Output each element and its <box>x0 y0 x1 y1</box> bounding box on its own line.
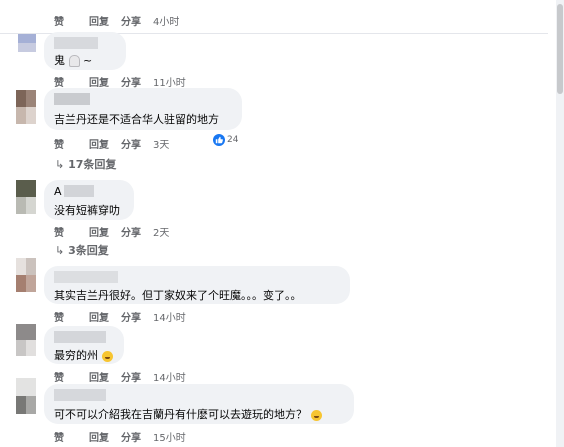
reply-button[interactable]: 回复 <box>89 369 121 384</box>
like-button[interactable]: 赞 <box>54 369 89 384</box>
share-button[interactable]: 分享 <box>121 429 153 444</box>
comment-actions: 赞 回复 分享 4小时 <box>54 13 179 28</box>
comment-text: 没有短裤穿叻 <box>54 204 120 217</box>
reply-button[interactable]: 回复 <box>89 309 121 324</box>
share-button[interactable]: 分享 <box>121 224 153 239</box>
comment-text: 可不可以介紹我在吉蘭丹有什麽可以去遊玩的地方？ <box>54 408 307 421</box>
view-replies-link[interactable]: ↳ 17条回复 <box>55 156 116 172</box>
comment-bubble: 鬼 ~ <box>44 32 126 70</box>
view-replies-link[interactable]: ↳ 3条回复 <box>55 242 109 258</box>
comment-text-suffix: ~ <box>83 54 93 67</box>
like-button[interactable]: 赞 <box>54 429 89 444</box>
like-button[interactable]: 赞 <box>54 74 89 89</box>
comment-actions: 赞 回复 分享 15小时 <box>54 429 186 444</box>
share-button[interactable]: 分享 <box>121 74 153 89</box>
reaction-count[interactable]: 24 <box>213 134 238 146</box>
scrollbar[interactable] <box>556 0 564 447</box>
author-name[interactable] <box>54 93 90 105</box>
comment-bubble: 最穷的州 <box>44 326 124 364</box>
reply-button[interactable]: 回复 <box>89 74 121 89</box>
ghost-emoji-icon <box>68 55 80 67</box>
comment-time[interactable]: 14小时 <box>153 309 186 324</box>
grin-emoji-icon <box>101 350 113 362</box>
comment-time[interactable]: 11小时 <box>153 74 186 89</box>
author-name[interactable] <box>64 185 94 197</box>
reply-arrow-icon: ↳ <box>55 158 65 171</box>
reply-button[interactable]: 回复 <box>89 13 121 28</box>
author-name[interactable] <box>54 331 106 343</box>
comment-actions: 赞 回复 分享 2天 <box>54 224 169 239</box>
comment-bubble: A 没有短裤穿叻 <box>44 180 134 220</box>
comment-text: 吉兰丹还是不适合华人驻留的地方 <box>54 113 219 126</box>
grin-emoji-icon <box>310 409 322 421</box>
comment-time[interactable]: 3天 <box>153 136 169 151</box>
comment-bubble: 可不可以介紹我在吉蘭丹有什麽可以去遊玩的地方？ <box>44 384 354 424</box>
author-name-fragment[interactable]: A <box>54 185 62 198</box>
avatar[interactable] <box>18 34 36 52</box>
reply-button[interactable]: 回复 <box>89 429 121 444</box>
avatar[interactable] <box>16 180 36 214</box>
avatar[interactable] <box>16 324 36 356</box>
comment-text: 其实吉兰丹很好。但丁家奴来了个旺魔。。。变了。。 <box>54 289 302 302</box>
comment-actions: 赞 回复 分享 14小时 <box>54 369 186 384</box>
scrollbar-thumb[interactable] <box>557 4 563 94</box>
share-button[interactable]: 分享 <box>121 309 153 324</box>
share-button[interactable]: 分享 <box>121 369 153 384</box>
thumbs-up-icon <box>213 134 225 146</box>
comment-bubble: 其实吉兰丹很好。但丁家奴来了个旺魔。。。变了。。 <box>44 266 350 304</box>
avatar[interactable] <box>16 378 36 414</box>
avatar[interactable] <box>16 90 36 124</box>
comment-time[interactable]: 4小时 <box>153 13 179 28</box>
comment-time[interactable]: 14小时 <box>153 369 186 384</box>
like-button[interactable]: 赞 <box>54 136 89 151</box>
comment-actions: 赞 回复 分享 14小时 <box>54 309 186 324</box>
comment-time[interactable]: 15小时 <box>153 429 186 444</box>
share-button[interactable]: 分享 <box>121 136 153 151</box>
like-button[interactable]: 赞 <box>54 224 89 239</box>
author-name[interactable] <box>54 271 118 283</box>
comment-text: 鬼 <box>54 54 65 67</box>
avatar[interactable] <box>16 258 36 292</box>
like-button[interactable]: 赞 <box>54 13 89 28</box>
comment-actions: 赞 回复 分享 11小时 <box>54 74 186 89</box>
reply-button[interactable]: 回复 <box>89 224 121 239</box>
author-name[interactable] <box>54 37 98 49</box>
comment-actions: 赞 回复 分享 3天 <box>54 136 169 151</box>
comment-bubble: 吉兰丹还是不适合华人驻留的地方 <box>44 88 242 130</box>
like-button[interactable]: 赞 <box>54 309 89 324</box>
comment-text: 最穷的州 <box>54 349 98 362</box>
reply-button[interactable]: 回复 <box>89 136 121 151</box>
author-name[interactable] <box>54 389 106 401</box>
reply-arrow-icon: ↳ <box>55 244 65 257</box>
comment-time[interactable]: 2天 <box>153 224 169 239</box>
share-button[interactable]: 分享 <box>121 13 153 28</box>
